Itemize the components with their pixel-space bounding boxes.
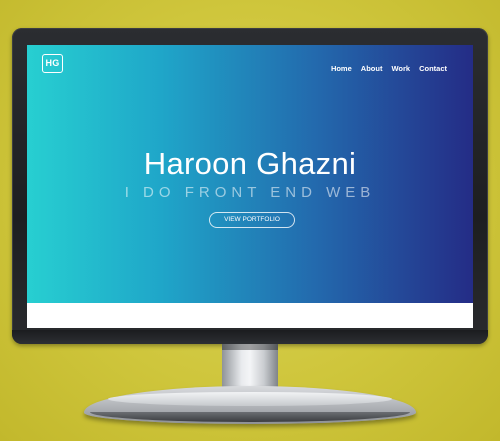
hero-subtitle: I DO FRONT END WEB [124, 184, 376, 201]
hero-section: HG Home About Work Contact Haroon Ghazni… [27, 45, 473, 303]
nav-contact[interactable]: Contact [419, 64, 447, 73]
main-nav: Home About Work Contact [331, 64, 447, 73]
stand-neck-shadow [222, 344, 278, 350]
nav-about[interactable]: About [361, 64, 383, 73]
stand-base-top [108, 392, 392, 406]
site-logo[interactable]: HG [42, 54, 63, 73]
hero-title: Haroon Ghazni [143, 146, 357, 181]
nav-home[interactable]: Home [331, 64, 352, 73]
monitor-chin [12, 330, 488, 344]
view-portfolio-button[interactable]: VIEW PORTFOLIO [209, 212, 295, 228]
nav-work[interactable]: Work [391, 64, 410, 73]
monitor-screen: HG Home About Work Contact Haroon Ghazni… [27, 45, 473, 328]
